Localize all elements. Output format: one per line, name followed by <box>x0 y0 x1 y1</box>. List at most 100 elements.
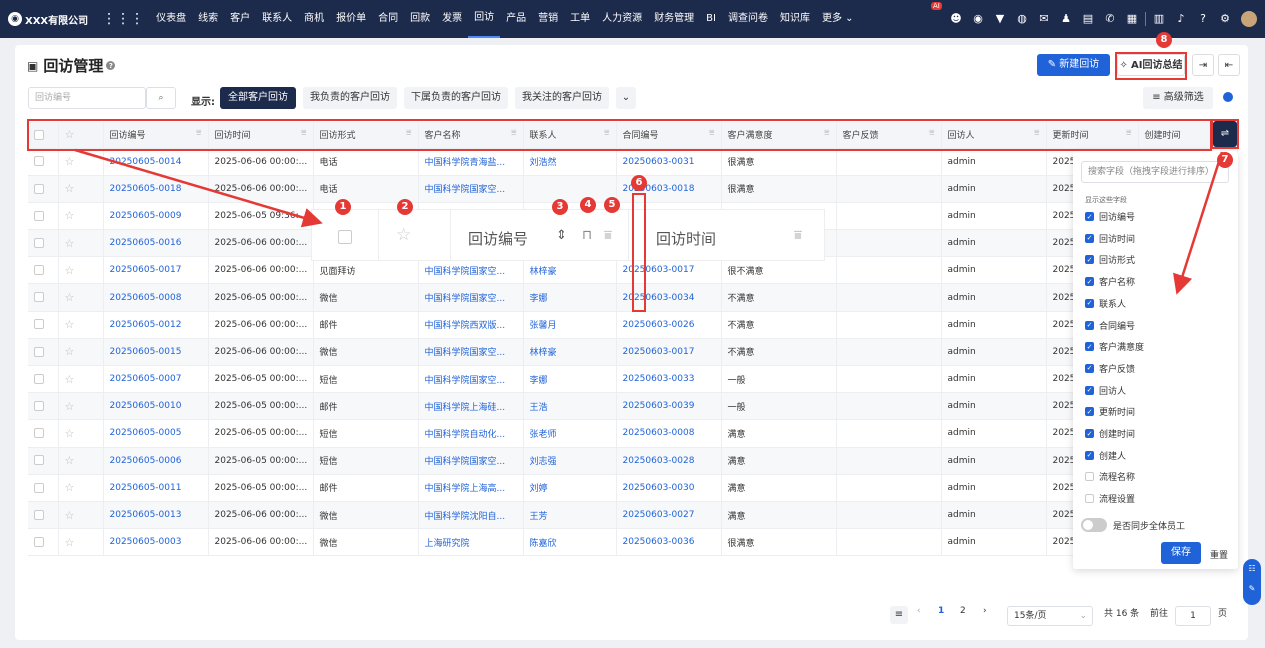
table-cell[interactable]: 20250603-0017 <box>616 256 722 285</box>
table-row[interactable]: ☆ 20250605-0015 2025-06-06 00:00:... 微信 中国科学… <box>28 338 1238 367</box>
row-checkbox[interactable] <box>28 229 59 258</box>
field-search-input[interactable]: 搜索字段（拖拽字段进行排序） <box>1081 161 1229 183</box>
field-checkbox[interactable]: ✓ <box>1085 407 1094 417</box>
row-checkbox[interactable] <box>28 338 59 367</box>
star-icon[interactable]: ☆ <box>65 209 75 222</box>
table-cell[interactable]: 林梓豪 <box>523 256 617 285</box>
nav-item[interactable]: 合同 <box>372 0 404 38</box>
table-cell[interactable]: 王芳 <box>523 501 617 530</box>
table-cell[interactable]: 20250603-0008 <box>616 419 722 448</box>
field-checkbox[interactable]: ✓ <box>1085 450 1094 460</box>
table-cell[interactable]: 中国科学院自动化... <box>418 419 524 448</box>
row-checkbox[interactable] <box>28 256 59 285</box>
star-icon[interactable]: ☆ <box>65 536 75 549</box>
field-option[interactable]: ✓ 创建时间 <box>1085 427 1135 440</box>
table-cell[interactable]: 刘志强 <box>523 447 617 475</box>
filter-icon[interactable]: ⩸ <box>1034 128 1039 138</box>
field-option[interactable]: ✓ 联系人 <box>1085 297 1126 310</box>
table-cell[interactable]: 林梓豪 <box>523 338 617 367</box>
column-header[interactable]: 回访编号 ⩸ <box>103 122 209 149</box>
nav-item[interactable]: 客户 <box>224 0 256 38</box>
nav-item[interactable]: 发票 <box>436 0 468 38</box>
table-cell[interactable]: 上海研究院 <box>418 528 524 557</box>
select-all-checkbox[interactable] <box>28 122 59 149</box>
nav-item[interactable]: 财务管理 <box>648 0 700 38</box>
table-cell[interactable]: 20250603-0033 <box>616 365 722 394</box>
row-checkbox[interactable] <box>28 447 59 475</box>
chat-icon[interactable]: ◉ <box>972 13 984 25</box>
filter-icon[interactable]: ⩸ <box>196 128 201 138</box>
table-cell[interactable]: 20250603-0028 <box>616 447 722 475</box>
table-cell[interactable]: 20250605-0007 <box>103 365 209 394</box>
ai-summary-button[interactable]: ✧ AI回访总结 <box>1117 54 1185 76</box>
help-icon[interactable]: ? <box>1197 13 1209 25</box>
column-header[interactable]: 联系人 ⩸ <box>523 122 617 149</box>
row-checkbox[interactable] <box>28 419 59 448</box>
table-cell[interactable]: 中国科学院西双版... <box>418 311 524 339</box>
table-cell[interactable]: 20250605-0013 <box>103 501 209 530</box>
avatar[interactable] <box>1241 11 1257 27</box>
field-option[interactable]: ✓ 回访时间 <box>1085 232 1135 245</box>
row-checkbox[interactable] <box>28 148 59 176</box>
table-cell[interactable]: 中国科学院国家空... <box>418 447 524 475</box>
column-header[interactable]: 客户名称 ⩸ <box>418 122 524 149</box>
star-icon[interactable]: ☆ <box>65 454 75 467</box>
row-checkbox[interactable] <box>28 392 59 421</box>
column-header[interactable]: 回访形式 ⩸ <box>313 122 419 149</box>
table-cell[interactable]: 李娜 <box>523 365 617 394</box>
reset-button[interactable]: 重置 <box>1210 548 1228 561</box>
field-option[interactable]: 流程设置 <box>1085 492 1135 505</box>
star-icon[interactable]: ☆ <box>65 481 75 494</box>
table-cell[interactable]: 20250603-0039 <box>616 392 722 421</box>
table-cell[interactable]: 20250605-0011 <box>103 474 209 502</box>
star-icon[interactable]: ☆ <box>65 128 75 141</box>
table-cell[interactable]: 中国科学院国家空... <box>418 283 524 312</box>
filter-icon[interactable]: ⩸ <box>709 128 714 138</box>
row-checkbox[interactable] <box>28 501 59 530</box>
nav-item[interactable]: 联系人 <box>256 0 298 38</box>
row-checkbox[interactable] <box>28 528 59 557</box>
sync-toggle[interactable] <box>1081 518 1107 532</box>
nav-item[interactable]: 仪表盘 <box>150 0 192 38</box>
new-visit-button[interactable]: ✎ 新建回访 <box>1037 54 1110 76</box>
mail-icon[interactable]: ✉ <box>1038 13 1050 25</box>
column-header[interactable]: 客户满意度 ⩸ <box>721 122 837 149</box>
table-cell[interactable]: 20250605-0012 <box>103 311 209 339</box>
apps-grid-icon[interactable]: ⋮⋮⋮ <box>102 11 144 27</box>
table-row[interactable]: ☆ 20250605-0007 2025-06-05 00:00:... 短信 中国科学… <box>28 365 1238 394</box>
nav-item[interactable]: 工单 <box>564 0 596 38</box>
table-cell[interactable]: 中国科学院国家空... <box>418 365 524 394</box>
filter-icon[interactable]: ⩸ <box>301 128 306 138</box>
report-icon[interactable]: ▥ <box>1153 13 1165 25</box>
robot-icon[interactable]: ☻ <box>950 13 962 25</box>
field-option[interactable]: ✓ 客户反馈 <box>1085 362 1135 375</box>
table-cell[interactable]: 20250605-0009 <box>103 202 209 231</box>
filter-icon[interactable]: ⩸ <box>824 128 829 138</box>
star-icon[interactable]: ☆ <box>65 373 75 386</box>
help-icon[interactable]: ? <box>106 61 116 70</box>
service-icon[interactable]: ☷ <box>1248 564 1255 573</box>
nav-item[interactable]: 产品 <box>500 0 532 38</box>
field-checkbox[interactable]: ✓ <box>1085 363 1094 373</box>
table-row[interactable]: ☆ 20250605-0003 2025-06-06 00:00:... 微信 上海研究… <box>28 528 1238 557</box>
field-checkbox[interactable]: ✓ <box>1085 320 1094 330</box>
row-checkbox[interactable] <box>28 311 59 339</box>
star-icon[interactable]: ☆ <box>65 509 75 522</box>
star-icon[interactable]: ☆ <box>65 155 75 168</box>
table-cell[interactable]: 20250603-0034 <box>616 283 722 312</box>
table-row[interactable]: ☆ 20250605-0011 2025-06-05 00:00:... 邮件 中国科学… <box>28 474 1238 502</box>
search-input[interactable]: 回访编号 <box>28 87 146 109</box>
field-option[interactable]: ✓ 合同编号 <box>1085 319 1135 332</box>
gear-icon[interactable]: ⚙ <box>1219 13 1231 25</box>
table-cell[interactable]: 20250603-0036 <box>616 528 722 557</box>
filter-followed[interactable]: 我关注的客户回访 <box>515 87 609 109</box>
pie-icon[interactable] <box>1219 89 1237 107</box>
star-icon[interactable]: ☆ <box>65 237 75 250</box>
star-icon[interactable]: ☆ <box>65 427 75 440</box>
bell-icon[interactable]: ♪ <box>1175 13 1187 25</box>
field-checkbox[interactable]: ✓ <box>1085 298 1094 308</box>
table-row[interactable]: ☆ 20250605-0013 2025-06-06 00:00:... 微信 中国科学… <box>28 501 1238 530</box>
page-1[interactable]: 1 <box>938 606 944 616</box>
import-button[interactable]: ⇥ <box>1192 54 1214 76</box>
save-button[interactable]: 保存 <box>1161 542 1201 564</box>
